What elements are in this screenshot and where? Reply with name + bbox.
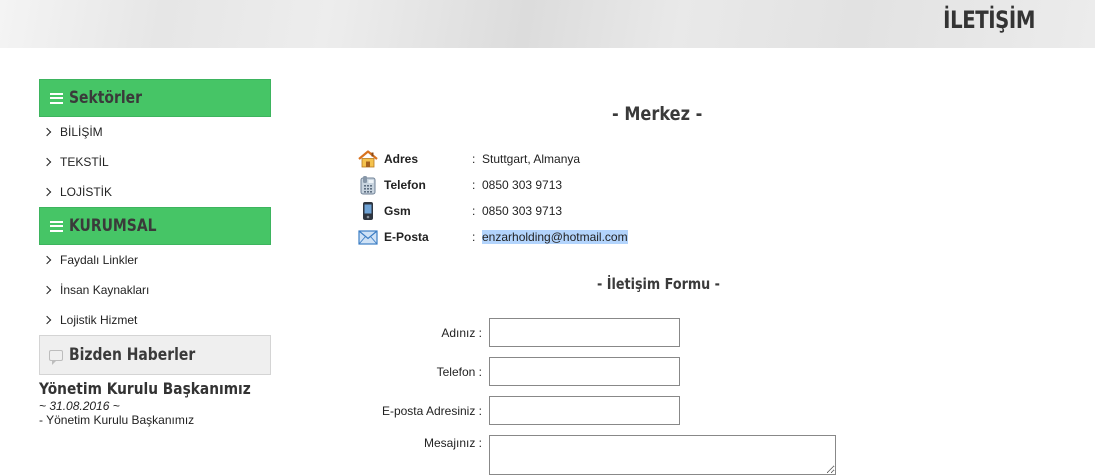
menu-icon: [50, 220, 63, 232]
sidebar-item-label: BİLİŞİM: [60, 125, 103, 139]
sidebar-item-faydali-linkler[interactable]: Faydalı Linkler: [39, 245, 271, 275]
separator: :: [472, 178, 476, 192]
corporate-list: Faydalı Linkler İnsan Kaynakları Lojisti…: [39, 245, 271, 335]
corporate-header: KURUMSAL: [39, 207, 271, 245]
contact-form-title: - İletişim Formu -: [597, 275, 720, 293]
form-row-name: Adınız :: [340, 318, 680, 347]
address-value: Stuttgart, Almanya: [482, 152, 581, 166]
sidebar-item-tekstil[interactable]: TEKSTİL: [39, 147, 271, 177]
comment-icon: [49, 349, 63, 365]
news-item-description: - Yönetim Kurulu Başkanımız: [39, 413, 195, 427]
news-section-title: Bizden Haberler: [69, 345, 196, 365]
menu-icon: [50, 92, 63, 104]
email-label: E-Posta: [384, 230, 429, 244]
separator: :: [472, 204, 476, 218]
form-row-email: E-posta Adresiniz :: [340, 396, 680, 425]
chevron-right-icon: [42, 157, 52, 167]
email-field-label: E-posta Adresiniz :: [381, 403, 482, 418]
chevron-right-icon: [42, 255, 52, 265]
phone-label: Telefon: [384, 178, 426, 192]
chevron-right-icon: [42, 187, 52, 197]
sectors-header: Sektörler: [39, 79, 271, 117]
sectors-title: Sektörler: [69, 88, 142, 108]
separator: :: [472, 152, 476, 166]
chevron-right-icon: [42, 285, 52, 295]
contact-section-title: - Merkez -: [612, 103, 703, 125]
news-item-date: ~ 31.08.2016 ~: [39, 399, 120, 413]
phone-field-label: Telefon :: [436, 364, 482, 379]
message-label: Mesajınız :: [423, 436, 482, 450]
sidebar-item-label: Faydalı Linkler: [60, 253, 139, 267]
sidebar: Sektörler BİLİŞİM TEKSTİL LOJİSTİK KURUM…: [39, 79, 271, 427]
contact-row-phone: Telefon : 0850 303 9713: [358, 172, 628, 198]
name-label: Adınız :: [441, 325, 482, 340]
news-item-title[interactable]: Yönetim Kurulu Başkanımız: [39, 379, 251, 398]
message-textarea[interactable]: [489, 435, 836, 475]
page-title: İLETİŞİM: [943, 6, 1035, 34]
chevron-right-icon: [42, 127, 52, 137]
address-label: Adres: [384, 152, 419, 166]
sectors-list: BİLİŞİM TEKSTİL LOJİSTİK: [39, 117, 271, 207]
form-row-message: Mesajınız :: [340, 435, 836, 475]
phone-input[interactable]: [489, 357, 680, 386]
sidebar-item-label: LOJİSTİK: [60, 185, 113, 199]
sidebar-item-insan-kaynaklari[interactable]: İnsan Kaynakları: [39, 275, 271, 305]
mobile-icon: [358, 201, 378, 221]
email-input[interactable]: [489, 396, 680, 425]
sidebar-item-label: İnsan Kaynakları: [60, 283, 150, 297]
home-icon: [358, 149, 378, 169]
phone-value: 0850 303 9713: [482, 178, 563, 192]
mail-icon: [358, 227, 378, 247]
contact-row-address: Adres : Stuttgart, Almanya: [358, 146, 628, 172]
contact-info: Adres : Stuttgart, Almanya Telefon : 085…: [358, 146, 628, 250]
sidebar-item-label: TEKSTİL: [60, 155, 109, 169]
page-banner: İLETİŞİM: [0, 0, 1095, 48]
contact-row-gsm: Gsm : 0850 303 9713: [358, 198, 628, 224]
sidebar-item-lojistik-hizmet[interactable]: Lojistik Hizmet: [39, 305, 271, 335]
separator: :: [472, 230, 476, 244]
sidebar-item-bilisim[interactable]: BİLİŞİM: [39, 117, 271, 147]
phone-icon: [358, 175, 378, 195]
name-input[interactable]: [489, 318, 680, 347]
gsm-label: Gsm: [384, 204, 411, 218]
contact-row-email: E-Posta : enzarholding@hotmail.com: [358, 224, 628, 250]
chevron-right-icon: [42, 315, 52, 325]
news-header: Bizden Haberler: [39, 335, 271, 375]
corporate-title: KURUMSAL: [69, 216, 157, 236]
gsm-value: 0850 303 9713: [482, 204, 563, 218]
form-row-phone: Telefon :: [340, 357, 680, 386]
email-link[interactable]: enzarholding@hotmail.com: [482, 230, 628, 244]
sidebar-item-label: Lojistik Hizmet: [60, 313, 138, 327]
sidebar-item-lojistik[interactable]: LOJİSTİK: [39, 177, 271, 207]
